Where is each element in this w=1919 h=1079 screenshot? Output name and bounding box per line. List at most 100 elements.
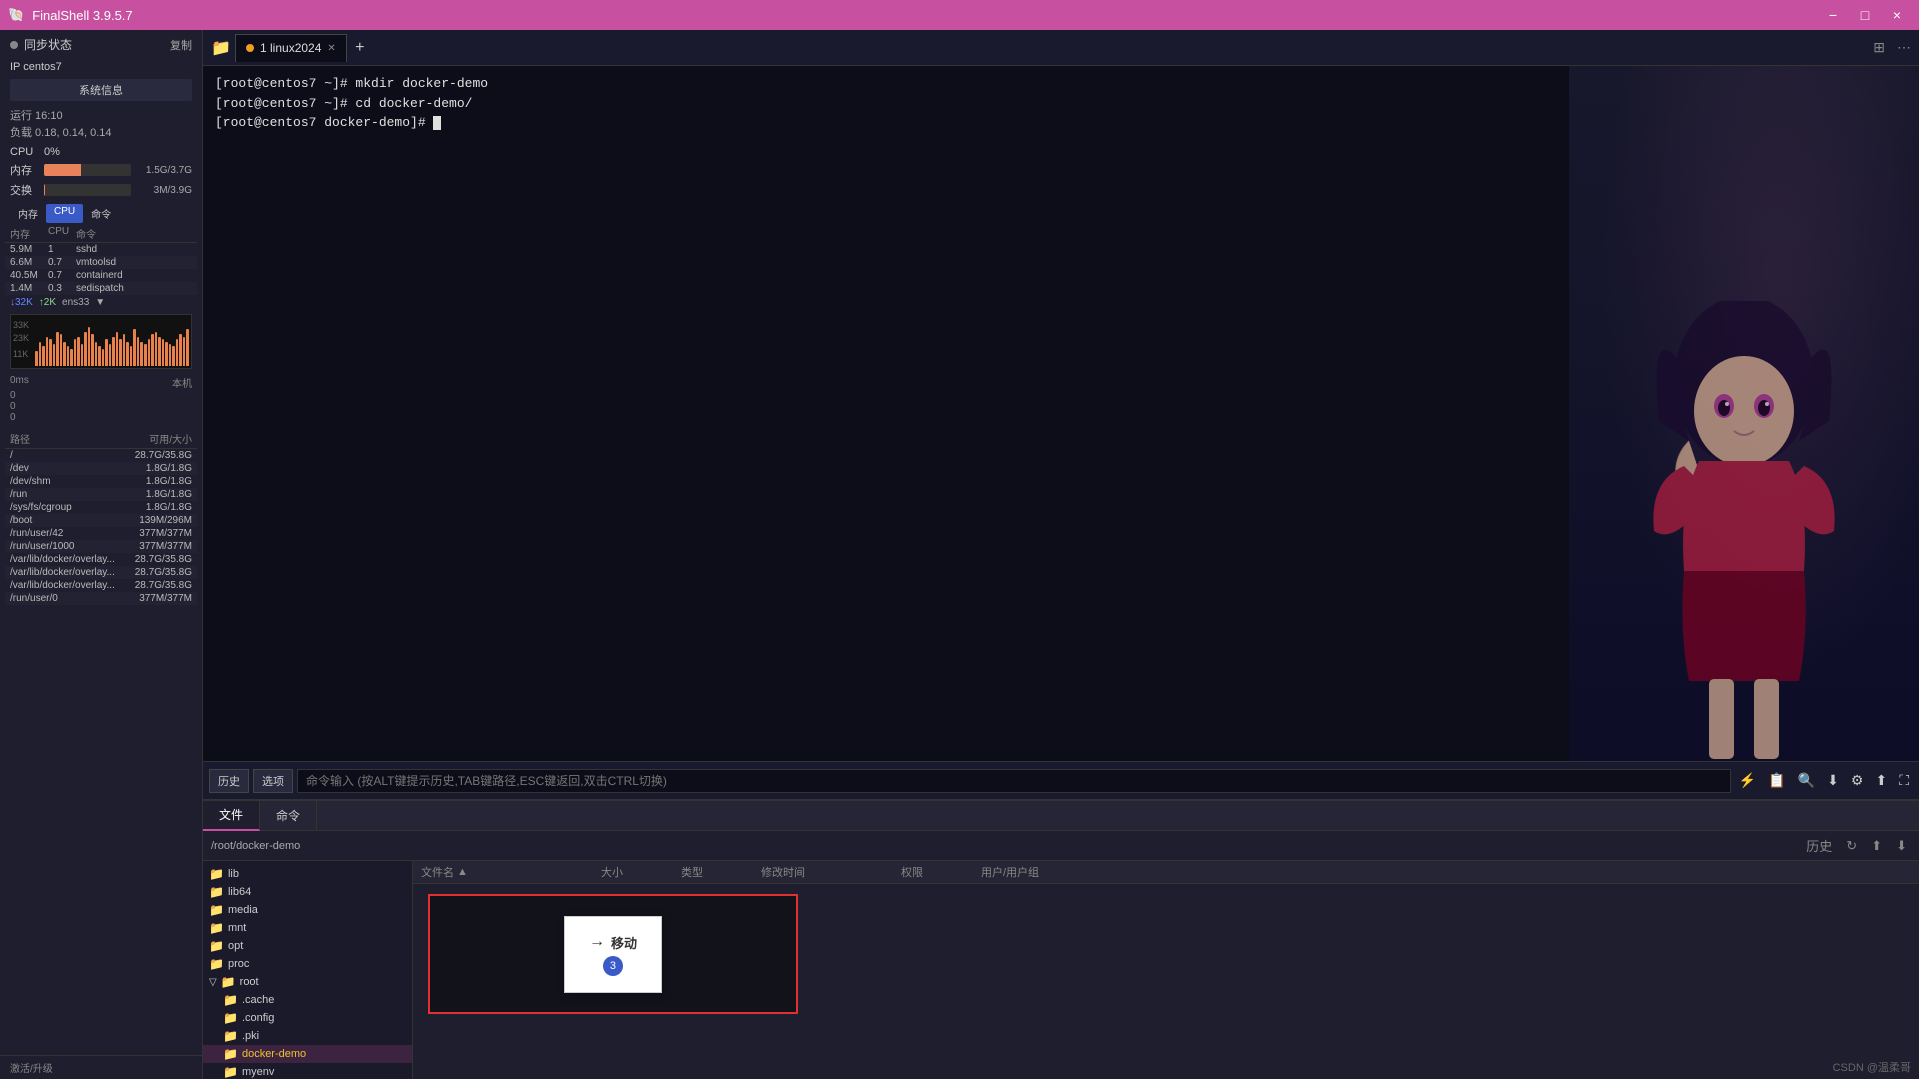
fullscreen-icon[interactable]: ⛶ bbox=[1895, 770, 1913, 791]
fh-modified[interactable]: 修改时间 bbox=[753, 864, 893, 880]
tree-item-lib[interactable]: 📁 lib bbox=[203, 865, 412, 883]
disk-row-9[interactable]: /var/lib/docker/overlay... 28.7G/35.8G bbox=[5, 566, 197, 579]
right-panel: 📁 1 linux2024 ✕ + ⊞ ⋯ [root@centos7 ~]# … bbox=[203, 30, 1919, 1079]
tab-close-icon[interactable]: ✕ bbox=[327, 43, 335, 54]
tree-item-root[interactable]: ▽ 📁 root bbox=[203, 973, 412, 991]
download-icon[interactable]: ⬇ bbox=[1823, 770, 1843, 791]
mem-value: 1.5G/3.7G bbox=[137, 165, 192, 176]
folder-icon: 📁 bbox=[223, 1011, 238, 1025]
process-row-1[interactable]: 6.6M 0.7 vmtoolsd bbox=[5, 256, 197, 269]
minimize-button[interactable]: − bbox=[1819, 3, 1847, 27]
fh-name[interactable]: 文件名 ▲ bbox=[413, 864, 593, 880]
folder-icon: 📁 bbox=[209, 939, 224, 953]
fh-type[interactable]: 类型 bbox=[673, 864, 753, 880]
history-button[interactable]: 历史 bbox=[209, 769, 249, 793]
process-row-2[interactable]: 40.5M 0.7 containerd bbox=[5, 269, 197, 282]
ph-cpu: CPU bbox=[48, 226, 76, 241]
maximize-button[interactable]: □ bbox=[1851, 3, 1879, 27]
swap-bar-fill bbox=[44, 184, 45, 196]
disk-row-7[interactable]: /run/user/1000 377M/377M bbox=[5, 540, 197, 553]
anime-decoration bbox=[1569, 66, 1919, 761]
folder-icon: 📁 bbox=[209, 921, 224, 935]
tree-label: lib bbox=[228, 868, 239, 880]
tree-label: proc bbox=[228, 958, 249, 970]
net-iface: ens33 bbox=[62, 297, 89, 308]
command-input[interactable] bbox=[297, 769, 1731, 793]
fh-owner[interactable]: 用户/用户组 bbox=[973, 864, 1919, 880]
tree-item-mnt[interactable]: 📁 mnt bbox=[203, 919, 412, 937]
disk-row-6[interactable]: /run/user/42 377M/377M bbox=[5, 527, 197, 540]
disk-row-10[interactable]: /var/lib/docker/overlay... 28.7G/35.8G bbox=[5, 579, 197, 592]
fh-perm[interactable]: 权限 bbox=[893, 864, 973, 880]
disk-row-4[interactable]: /sys/fs/cgroup 1.8G/1.8G bbox=[5, 501, 197, 514]
clipboard-icon[interactable]: 📋 bbox=[1764, 770, 1789, 791]
tree-label: .config bbox=[242, 1012, 274, 1024]
add-tab-button[interactable]: + bbox=[347, 35, 373, 61]
tree-item-media[interactable]: 📁 media bbox=[203, 901, 412, 919]
disk-row-3[interactable]: /run 1.8G/1.8G bbox=[5, 488, 197, 501]
tree-item-cache[interactable]: 📁 .cache bbox=[203, 991, 412, 1009]
main-layout: 同步状态 复制 IP centos7 系统信息 运行 16:10 负载 0.18… bbox=[0, 30, 1919, 1079]
tree-item-pki[interactable]: 📁 .pki bbox=[203, 1027, 412, 1045]
tab-cmd[interactable]: 命令 bbox=[83, 204, 119, 223]
tree-item-opt[interactable]: 📁 opt bbox=[203, 937, 412, 955]
terminal-area[interactable]: [root@centos7 ~]# mkdir docker-demo [roo… bbox=[203, 66, 1919, 761]
fm-tab-commands[interactable]: 命令 bbox=[260, 801, 317, 831]
disk-row-8[interactable]: /var/lib/docker/overlay... 28.7G/35.8G bbox=[5, 553, 197, 566]
tab-right-icons: ⊞ ⋯ bbox=[1869, 37, 1915, 58]
net-down: ↓32K bbox=[10, 297, 33, 308]
split-view-icon[interactable]: ⊞ bbox=[1869, 37, 1889, 58]
fm-tab-bar: 文件 命令 bbox=[203, 801, 1919, 831]
zero-1: 0 bbox=[10, 390, 192, 401]
tree-item-myenv[interactable]: 📁 myenv bbox=[203, 1063, 412, 1079]
activation-row[interactable]: 激活/升级 bbox=[0, 1055, 202, 1079]
disk-row-5[interactable]: /boot 139M/296M bbox=[5, 514, 197, 527]
upload2-icon[interactable]: ⬆ bbox=[1871, 770, 1891, 791]
tree-item-docker-demo[interactable]: 📁 docker-demo bbox=[203, 1045, 412, 1063]
folder-icon: 📁 bbox=[209, 957, 224, 971]
tab-cpu[interactable]: CPU bbox=[46, 204, 83, 223]
lightning-icon[interactable]: ⚡ bbox=[1735, 770, 1760, 791]
options-button[interactable]: 选项 bbox=[253, 769, 293, 793]
tree-item-lib64[interactable]: 📁 lib64 bbox=[203, 883, 412, 901]
fh-size[interactable]: 大小 bbox=[593, 864, 673, 880]
more-options-icon[interactable]: ⋯ bbox=[1893, 37, 1915, 58]
tree-item-proc[interactable]: 📁 proc bbox=[203, 955, 412, 973]
disk-row-11[interactable]: /run/user/0 377M/377M bbox=[5, 592, 197, 605]
tab-mem[interactable]: 内存 bbox=[10, 204, 46, 223]
process-row-0[interactable]: 5.9M 1 sshd bbox=[5, 243, 197, 256]
fm-path: /root/docker-demo bbox=[211, 840, 300, 852]
sync-status-row: 同步状态 复制 bbox=[0, 30, 202, 59]
swap-resource: 交换 3M/3.9G bbox=[0, 180, 202, 200]
fm-tab-files[interactable]: 文件 bbox=[203, 801, 260, 831]
graph-label-11k: 11K bbox=[13, 349, 28, 359]
copy-button[interactable]: 复制 bbox=[170, 37, 192, 53]
disk-row-2[interactable]: /dev/shm 1.8G/1.8G bbox=[5, 475, 197, 488]
disk-row-1[interactable]: /dev 1.8G/1.8G bbox=[5, 462, 197, 475]
disk-header: 路径 可用/大小 bbox=[5, 429, 197, 449]
search-icon[interactable]: 🔍 bbox=[1794, 770, 1819, 791]
mem-label: 内存 bbox=[10, 162, 38, 178]
collapse-icon: ▽ bbox=[209, 977, 217, 988]
tab-bar: 📁 1 linux2024 ✕ + ⊞ ⋯ bbox=[203, 30, 1919, 66]
fm-upload-icon[interactable]: ⬆ bbox=[1867, 836, 1886, 856]
tree-item-config[interactable]: 📁 .config bbox=[203, 1009, 412, 1027]
sync-dot bbox=[10, 41, 18, 49]
cpu-value: 0% bbox=[44, 146, 60, 158]
process-tab-row: 内存 CPU 命令 bbox=[10, 204, 192, 223]
anime-svg bbox=[1569, 301, 1919, 761]
close-button[interactable]: × bbox=[1883, 3, 1911, 27]
sys-info-button[interactable]: 系统信息 bbox=[10, 79, 192, 101]
settings-icon[interactable]: ⚙ bbox=[1847, 770, 1868, 791]
fm-download2-icon[interactable]: ⬇ bbox=[1892, 836, 1911, 856]
runtime-label: 运行 16:10 bbox=[10, 107, 192, 123]
disk-section: 路径 可用/大小 / 28.7G/35.8G /dev 1.8G/1.8G /d… bbox=[0, 425, 202, 1055]
fm-refresh-icon[interactable]: ↻ bbox=[1842, 836, 1861, 856]
folder-icon-button[interactable]: 📁 bbox=[207, 34, 235, 62]
process-row-3[interactable]: 1.4M 0.3 sedispatch bbox=[5, 282, 197, 295]
disk-row-0[interactable]: / 28.7G/35.8G bbox=[5, 449, 197, 462]
terminal-tab[interactable]: 1 linux2024 ✕ bbox=[235, 34, 347, 62]
drag-card: → 移动 3 bbox=[564, 916, 662, 993]
fm-history-button[interactable]: 历史 bbox=[1802, 834, 1836, 857]
fm-content: 📁 lib 📁 lib64 📁 media 📁 mnt bbox=[203, 861, 1919, 1079]
